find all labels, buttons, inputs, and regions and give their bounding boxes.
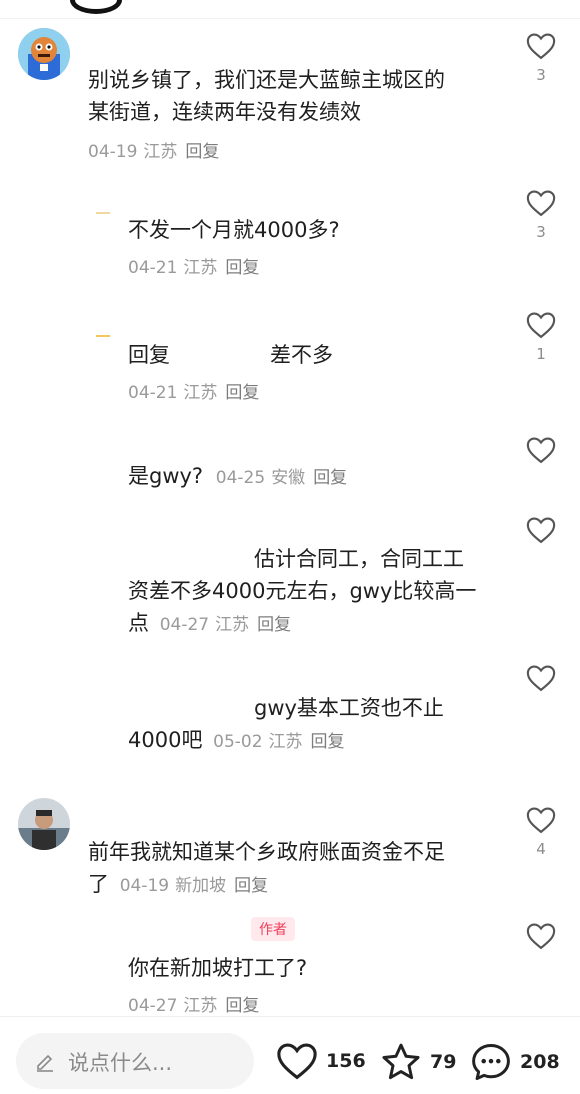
divider: [0, 18, 580, 19]
comment-date: 04-19: [119, 876, 170, 896]
like-button[interactable]: [524, 664, 558, 692]
heart-icon: [526, 437, 556, 464]
comment-location: 新加坡: [175, 876, 227, 896]
heart-icon: [526, 517, 556, 544]
reply-button[interactable]: 回复: [313, 468, 347, 488]
input-placeholder: 说点什么...: [68, 1051, 173, 1075]
heart-icon: [526, 665, 556, 692]
heart-icon: [526, 807, 556, 834]
comment-text: 你在新加坡打工了?: [128, 956, 308, 980]
heart-icon: [526, 33, 556, 60]
like-count: 156: [326, 1050, 366, 1072]
comment-date: 04-19: [88, 142, 138, 162]
comment-bubble-icon: [472, 1044, 510, 1080]
comment-meta: 04-21 江苏 回复: [128, 252, 340, 284]
bottom-action-bar: 说点什么... 156 79 208: [0, 1016, 580, 1094]
comment-text: 不发一个月就4000多?: [128, 218, 340, 242]
heart-icon: [277, 1043, 317, 1080]
heart-icon: [526, 190, 556, 217]
comment-date: 04-21: [128, 258, 178, 278]
like-button[interactable]: 1: [524, 311, 558, 363]
like-stat-button[interactable]: 156: [276, 1042, 366, 1080]
comment-text: 估计合同工，合同工工: [254, 547, 464, 571]
like-button[interactable]: [524, 922, 558, 950]
comment-location: 江苏: [143, 142, 178, 162]
comment-meta: 04-19 江苏 回复: [88, 136, 445, 168]
comment-meta: 04-19 新加坡 回复: [120, 876, 268, 896]
comment-meta: 04-21 江苏 回复: [128, 377, 333, 409]
favorite-count: 79: [430, 1051, 457, 1073]
comment-body: 了: [88, 872, 109, 896]
avatar-image: [18, 28, 70, 80]
reply-button[interactable]: 回复: [225, 258, 259, 278]
comment-body: 点: [128, 611, 149, 635]
comment-location: 安徽: [271, 468, 306, 488]
comment-input[interactable]: 说点什么...: [16, 1033, 254, 1089]
comment-location: 江苏: [215, 615, 250, 635]
comment-text: 别说乡镇了，我们还是大蓝鲸主城区的: [88, 68, 445, 92]
comment-text: 点 04-27 江苏 回复: [128, 607, 476, 641]
avatar-image: [18, 798, 70, 850]
comment-text: gwy基本工资也不止: [254, 696, 444, 720]
like-button[interactable]: 4: [524, 806, 558, 858]
top-partial-avatar: [70, 0, 122, 14]
comment-location: 江苏: [183, 996, 218, 1016]
comment-date: 04-25: [215, 468, 266, 488]
heart-icon: [526, 312, 556, 339]
reply-button[interactable]: 回复: [311, 732, 345, 752]
like-button[interactable]: [524, 436, 558, 464]
author-badge: 作者: [251, 917, 295, 941]
comment-date: 05-02: [213, 732, 263, 752]
comment-body: 4000吧: [128, 728, 203, 752]
reply-prefix: 回复: [128, 343, 170, 367]
reply-button[interactable]: 回复: [185, 142, 219, 162]
comment-text: 4000吧 05-02 江苏 回复: [128, 724, 444, 758]
reply-button[interactable]: 回复: [234, 876, 268, 896]
like-count: 3: [536, 66, 546, 84]
favorite-stat-button[interactable]: 79: [380, 1042, 456, 1082]
like-count: 4: [536, 840, 546, 858]
comment-location: 江苏: [183, 258, 218, 278]
like-count: 3: [536, 223, 546, 241]
like-button[interactable]: 3: [524, 189, 558, 241]
reply-button[interactable]: 回复: [225, 996, 259, 1016]
avatar[interactable]: [18, 28, 70, 80]
comment-stat-button[interactable]: 208: [470, 1042, 560, 1082]
comment-text: 前年我就知道某个乡政府账面资金不足: [88, 840, 445, 864]
star-icon: [382, 1043, 420, 1080]
heart-icon: [526, 923, 556, 950]
comment-location: 江苏: [268, 732, 303, 752]
comment-text: 某街道，连续两年没有发绩效: [88, 100, 361, 124]
comment-text: 是gwy? 04-25 安徽 回复: [128, 460, 347, 494]
avatar[interactable]: [96, 212, 110, 214]
avatar[interactable]: [18, 798, 70, 850]
comment-text-suffix: 差不多: [270, 343, 333, 367]
comment-date: 04-27: [128, 996, 178, 1016]
pen-icon: [37, 1054, 53, 1072]
comment-text: 了 04-19 新加坡 回复: [88, 868, 445, 902]
comment-text: 资差不多4000元左右，gwy比较高一: [128, 579, 477, 603]
comment-date: 04-21: [128, 383, 178, 403]
like-button[interactable]: [524, 516, 558, 544]
reply-button[interactable]: 回复: [225, 383, 259, 403]
comment-text: 回复 差不多: [128, 339, 333, 371]
avatar[interactable]: [96, 335, 110, 337]
like-count: 1: [536, 345, 546, 363]
like-button[interactable]: 3: [524, 32, 558, 84]
comment-body: 是gwy?: [128, 464, 204, 488]
comment-meta: 04-25 安徽 回复: [216, 468, 347, 488]
comment-meta: 05-02 江苏 回复: [213, 732, 344, 752]
reply-button[interactable]: 回复: [257, 615, 291, 635]
comment-date: 04-27: [159, 615, 210, 635]
comment-count: 208: [520, 1051, 560, 1073]
comment-meta: 04-27 江苏 回复: [160, 615, 291, 635]
comment-location: 江苏: [183, 383, 218, 403]
